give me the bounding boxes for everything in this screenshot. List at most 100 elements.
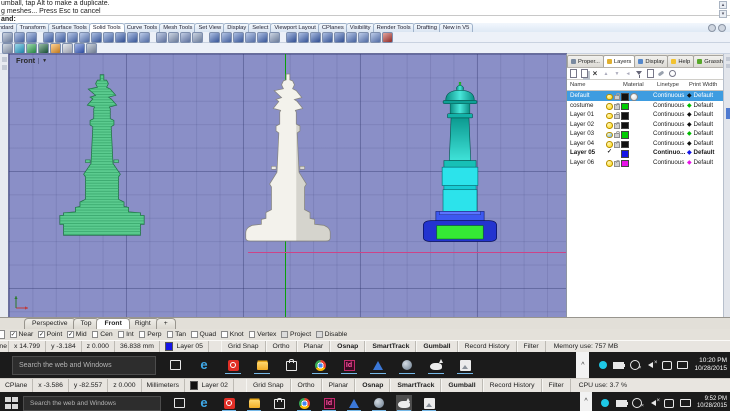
battery-icon[interactable] [613,359,624,371]
layer-visibility-bulb-icon[interactable] [606,103,613,110]
status-pane-filter[interactable]: Filter [517,341,546,352]
tool-icon-move-face[interactable] [334,32,345,43]
ribbon-tab-cplanes[interactable]: CPlanes [318,23,348,32]
keyboard-icon[interactable] [677,359,688,371]
taskbar-clock[interactable]: 10:20 PM10/28/2015 [694,357,727,373]
network-icon[interactable] [629,359,640,371]
osnap-int[interactable]: Int [118,331,134,338]
tool-icon-close-red[interactable] [382,32,393,43]
start-button[interactable] [4,396,19,411]
store-icon[interactable] [271,395,287,411]
status-pane-ortho[interactable]: Ortho [266,341,297,352]
modeler-icon[interactable] [369,356,387,374]
layer-row[interactable]: Layer 05✓Continuo...◆ Default [567,148,723,158]
layer-row[interactable]: Layer 01Continuous◆ Default [567,110,723,120]
model-lighthouse-green[interactable] [58,72,146,237]
tool-icon-edge-softening[interactable] [269,32,280,43]
tool-icon-merge-faces[interactable] [322,32,333,43]
layer-row[interactable]: Layer 04Continuous◆ Default [567,139,723,149]
layer-tools-icon[interactable] [657,70,665,78]
rhino-icon[interactable] [427,356,445,374]
tool-icon-torus[interactable] [91,32,102,43]
osnap-checkbox[interactable] [118,331,125,338]
defender-icon[interactable] [600,397,611,409]
osnap-disable[interactable]: Disable [316,331,347,338]
osnap-checkbox[interactable]: ✓ [67,331,74,338]
chrome-icon[interactable] [311,356,329,374]
chat-icon[interactable] [661,359,672,371]
chrome-icon[interactable] [296,395,312,411]
osnap-checkbox[interactable] [249,331,256,338]
tool-icon-tube[interactable] [115,32,126,43]
store-icon[interactable] [282,356,300,374]
tool-icon-render-sphere[interactable] [26,43,37,54]
layer-lock-icon[interactable] [614,104,620,110]
hidden-icons-chevron[interactable]: ^ [580,392,592,411]
ribbon-tab-surface-tools[interactable]: Surface Tools [48,23,91,32]
scroll-down-icon[interactable]: ▾ [719,10,727,18]
ribbon-tab-viewport-layout[interactable]: Viewport Layout [270,23,319,32]
file-explorer-icon[interactable] [253,356,271,374]
tool-icon-warning[interactable] [50,43,61,54]
tool-icon-cylinder[interactable] [67,32,78,43]
status-pane-planar[interactable]: Planar [322,379,356,392]
osnap-quad[interactable]: Quad [191,331,216,338]
tool-icon-ellipsoid[interactable] [127,32,138,43]
tool-icon-extrude-tapered[interactable] [192,32,203,43]
network-icon[interactable] [632,397,643,409]
model-cyan-block[interactable] [442,167,478,185]
viewport-menu-chevron-icon[interactable]: ▼ [38,58,47,64]
ribbon-tab-curve-tools[interactable]: Curve Tools [123,23,162,32]
volume-muted-icon[interactable] [645,359,656,371]
layer-visibility-bulb-icon[interactable] [606,94,613,101]
layer-row[interactable]: Layer 02Continuous◆ Default [567,120,723,130]
tool-icon-fillet-edge[interactable] [245,32,256,43]
osnap-checkbox[interactable]: ✓ [10,331,17,338]
layer-lock-icon[interactable] [614,114,620,120]
osnap-mid[interactable]: ✓Mid [67,331,86,338]
ribbon-tab-display[interactable]: Display [223,23,250,32]
osnap-knot[interactable]: Knot [221,331,243,338]
new-sublayer-icon[interactable] [580,70,588,78]
layer-linetype[interactable]: Continuous [653,110,686,120]
tool-icon-panel-grid[interactable] [358,32,369,43]
layer-color-swatch[interactable] [621,112,629,120]
osnap-perp[interactable]: Perp [139,331,162,338]
osnap-checkbox[interactable] [316,331,323,338]
layer-print-width[interactable]: ◆ Default [687,101,713,111]
layer-visibility-bulb-icon[interactable] [606,113,613,120]
tool-icon-analyze-sphere[interactable] [14,43,25,54]
status-pane-grid-snap[interactable]: Grid Snap [221,341,266,352]
ribbon-tab-set-view[interactable]: Set View [194,23,225,32]
layer-linetype[interactable]: Continuous [653,101,686,111]
layer-visibility-bulb-icon[interactable] [606,132,613,139]
ribbon-tab-standard[interactable]: Standard [0,23,18,32]
battery-icon[interactable] [616,397,627,409]
layer-lock-icon[interactable] [614,123,620,129]
tab-options-icon[interactable] [708,24,716,32]
status-pane-planar[interactable]: Planar [297,341,331,352]
taskbar-search-input[interactable]: Search the web and Windows [23,396,161,411]
tool-icon-light[interactable] [62,43,73,54]
layer-color-swatch[interactable] [621,160,629,168]
edge-icon[interactable] [195,356,213,374]
indesign-icon[interactable] [321,395,337,411]
filter-icon[interactable] [635,70,643,78]
tool-icon-difference-solid[interactable] [298,32,309,43]
status-pane-osnap[interactable]: Osnap [355,379,390,392]
layer-lock-icon[interactable] [614,133,620,139]
layer-color-swatch[interactable] [621,122,629,130]
scroll-up-icon[interactable]: ▴ [719,1,727,9]
osnap-checkbox[interactable]: ✓ [38,331,45,338]
status-pane-record-history[interactable]: Record History [458,341,517,352]
tool-icon-union-solid[interactable] [286,32,297,43]
osnap-checkbox[interactable] [167,331,174,338]
new-layer-icon[interactable] [569,70,577,78]
layer-lock-icon[interactable] [614,95,620,101]
model-cyan-panel[interactable] [437,226,483,239]
tool-icon-shell[interactable] [233,32,244,43]
tool-icon-boolean-difference[interactable] [14,32,25,43]
layer-linetype[interactable]: Continuous [653,139,686,149]
taskbar-clock[interactable]: 9:52 PM10/28/2015 [697,396,727,410]
defender-icon[interactable] [597,359,608,371]
